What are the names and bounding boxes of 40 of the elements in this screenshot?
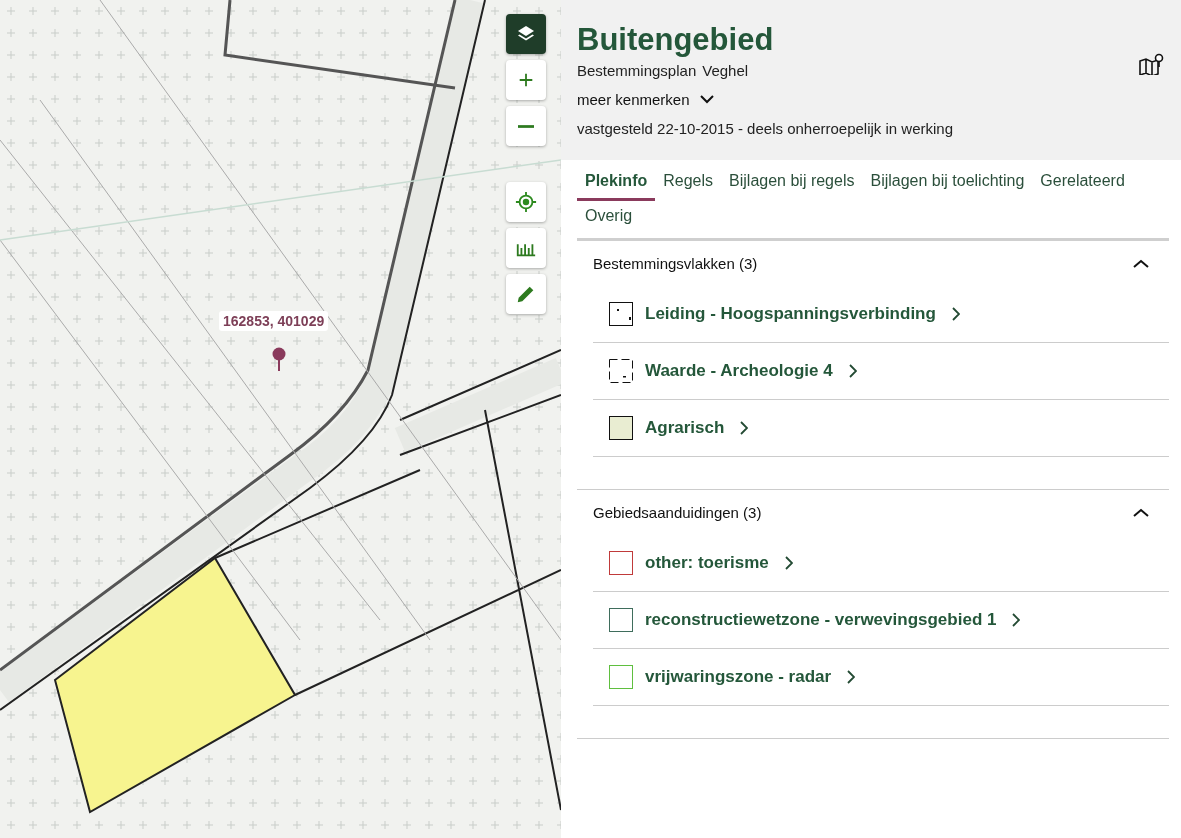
locate-button[interactable] [506,182,546,222]
layers-button[interactable] [506,14,546,54]
draw-button[interactable] [506,274,546,314]
plan-status: vastgesteld 22-10-2015 - deels onherroepelijk in werking [577,119,954,137]
chevron-right-icon [740,421,749,435]
chevron-right-icon [847,670,856,684]
section-title: Gebiedsaanduidingen (3) [593,504,762,521]
plus-icon [517,71,535,89]
zoom-out-button[interactable] [506,106,546,146]
legend-link[interactable]: Waarde - Archeologie 4 [645,361,833,381]
minus-icon [518,124,534,128]
legend-link[interactable]: Agrarisch [645,418,725,438]
map-pin-icon [272,347,286,371]
tab[interactable]: Bijlagen bij regels [721,168,863,201]
plan-place: Veghel [702,61,749,79]
legend-link[interactable]: Leiding - Hoogspanningsverbinding [645,304,936,324]
plan-type: Bestemmingsplan [577,61,697,79]
tab[interactable]: Bijlagen bij toelichting [862,168,1033,201]
zoom-in-button[interactable] [506,60,546,100]
plan-title: Buitengebied [577,21,774,58]
chevron-right-icon [1012,613,1021,627]
crosshair-icon [515,191,537,213]
tab[interactable]: Plekinfo [577,168,656,201]
legend-link[interactable]: vrijwaringszone - radar [645,667,832,687]
legend-link[interactable]: reconstructiewetzone - verwevingsgebied 1 [645,610,997,630]
legend-link[interactable]: other: toerisme [645,553,769,573]
collapse-icon[interactable] [1133,258,1149,269]
chevron-right-icon [848,364,857,378]
chevron-right-icon [951,307,960,321]
collapse-icon[interactable] [1133,507,1149,518]
coordinate-label: 162853, 401029 [219,311,329,331]
section-title: Bestemmingsvlakken (3) [593,255,758,272]
tab[interactable]: Gerelateerd [1032,168,1133,201]
measure-button[interactable] [506,228,546,268]
map-pin-icon[interactable] [1139,53,1165,75]
tab[interactable]: Overig [577,203,641,236]
more-properties-toggle[interactable]: meer kenmerken [577,90,714,108]
chevron-right-icon [784,556,793,570]
chevron-down-icon [699,94,714,104]
tab[interactable]: Regels [655,168,722,201]
